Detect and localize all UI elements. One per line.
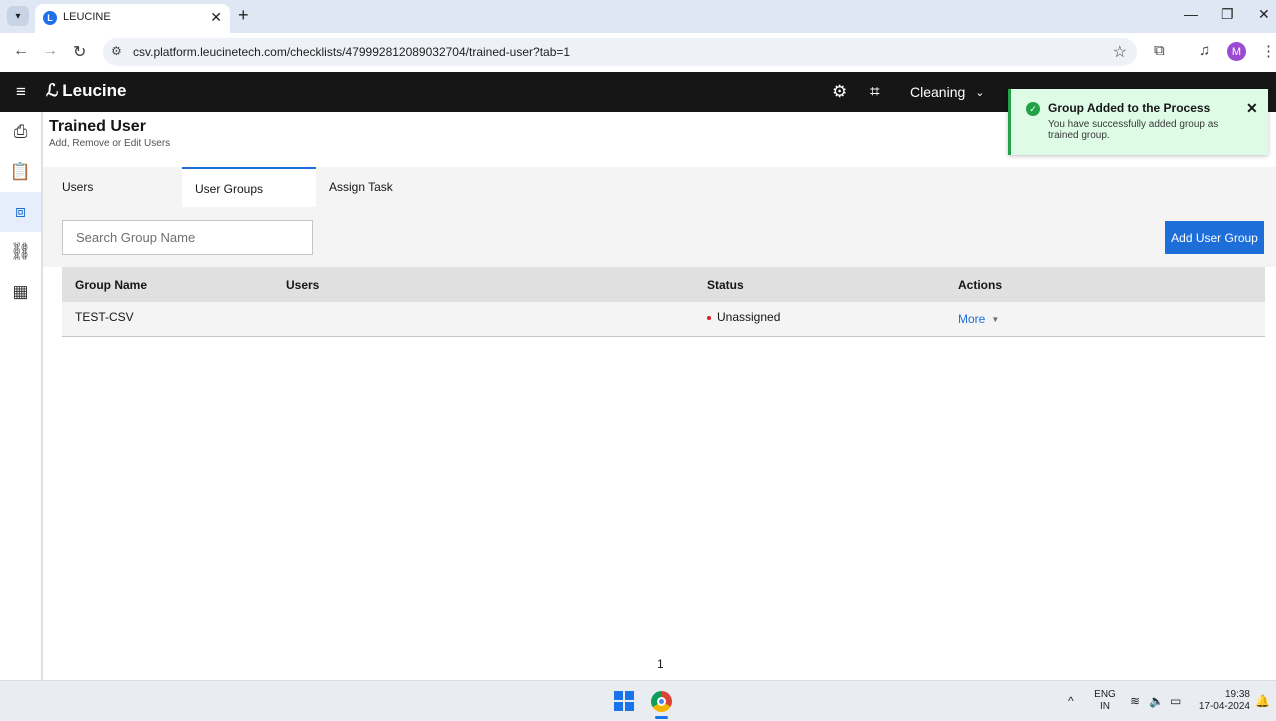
brand-name: Leucine bbox=[62, 81, 127, 100]
group-name-cell: TEST-CSV bbox=[75, 310, 134, 324]
close-tab-icon[interactable]: ✕ bbox=[210, 9, 222, 26]
tray-chevron-up-icon[interactable]: ^ bbox=[1068, 694, 1074, 708]
active-app-indicator bbox=[655, 716, 668, 719]
browser-tab-strip: ▾ L LEUCINE ✕ + — ❐ ✕ bbox=[0, 0, 1276, 33]
page-subtitle: Add, Remove or Edit Users bbox=[49, 138, 171, 149]
add-user-group-button[interactable]: Add User Group bbox=[1165, 221, 1264, 254]
sidebar-nav: ⎙ 📋 ⧈ ⛓ ▦ bbox=[0, 112, 43, 680]
hamburger-menu-icon[interactable]: ≡ bbox=[16, 82, 26, 102]
sidebar-item-checklists[interactable]: 📋 bbox=[0, 152, 41, 192]
search-group-input[interactable] bbox=[62, 220, 313, 255]
reload-icon[interactable]: ↻ bbox=[73, 42, 86, 62]
volume-icon[interactable]: 🔈 bbox=[1149, 694, 1164, 708]
media-control-icon[interactable]: ♫ bbox=[1199, 42, 1210, 59]
language-indicator[interactable]: ENG IN bbox=[1094, 689, 1116, 713]
restore-icon[interactable]: ❐ bbox=[1221, 6, 1234, 23]
profile-avatar[interactable]: M bbox=[1227, 42, 1246, 61]
tab-users[interactable]: Users bbox=[43, 167, 182, 207]
sidebar-item-processes[interactable]: ⧈ bbox=[0, 192, 41, 232]
bookmark-star-icon[interactable]: ☆ bbox=[1113, 42, 1127, 62]
table-toolbar: Add User Group bbox=[43, 207, 1276, 267]
page-title: Trained User bbox=[49, 118, 146, 135]
close-window-icon[interactable]: ✕ bbox=[1258, 6, 1270, 23]
main-content: Trained User Add, Remove or Edit Users U… bbox=[43, 112, 1276, 680]
tab-user-groups[interactable]: User Groups bbox=[182, 167, 316, 207]
sidebar-item-reports[interactable]: ▦ bbox=[0, 272, 41, 312]
battery-icon[interactable]: ▭ bbox=[1170, 694, 1181, 708]
inbox-icon: ⎙ bbox=[13, 122, 28, 141]
os-taskbar: ^ ENG IN ≋ 🔈 ▭ 19:38 17-04-2024 🔔 bbox=[0, 680, 1276, 721]
tab-search-chevron-icon[interactable]: ▾ bbox=[7, 6, 29, 26]
region-code: IN bbox=[1100, 701, 1110, 712]
table-header: Group Name Users Status Actions bbox=[62, 267, 1265, 302]
process-flow-icon: ⧈ bbox=[15, 202, 26, 221]
browser-tab[interactable]: L LEUCINE ✕ bbox=[35, 4, 230, 33]
tab-bar: Users User Groups Assign Task bbox=[43, 167, 1276, 207]
clock-time: 19:38 bbox=[1224, 689, 1250, 700]
tab-assign-task[interactable]: Assign Task bbox=[316, 167, 450, 207]
brand-logo[interactable]: ℒ Leucine bbox=[46, 81, 127, 101]
chevron-down-icon: ⌄ bbox=[975, 86, 985, 99]
language-code: ENG bbox=[1094, 689, 1116, 700]
back-arrow-icon[interactable]: ← bbox=[13, 42, 29, 60]
pagination-current-page[interactable]: 1 bbox=[657, 657, 664, 671]
header-users: Users bbox=[286, 278, 320, 292]
sidebar-item-ontology[interactable]: ⛓ bbox=[0, 232, 41, 272]
hierarchy-icon: ⛓ bbox=[9, 242, 32, 261]
clock[interactable]: 19:38 17-04-2024 bbox=[1192, 689, 1250, 713]
forward-arrow-icon[interactable]: → bbox=[42, 42, 58, 60]
status-cell: Unassigned bbox=[707, 310, 780, 324]
status-text: Unassigned bbox=[717, 310, 781, 324]
facility-name: Cleaning bbox=[910, 84, 966, 100]
address-bar[interactable]: ⚙ csv.platform.leucinetech.com/checklist… bbox=[103, 38, 1137, 66]
minimize-icon[interactable]: — bbox=[1184, 6, 1198, 22]
browser-tab-title: LEUCINE bbox=[63, 11, 111, 23]
table-row: TEST-CSV Unassigned More ▼ bbox=[62, 302, 1265, 337]
notification-bell-icon[interactable]: 🔔 bbox=[1255, 694, 1270, 708]
clock-date: 17-04-2024 bbox=[1198, 701, 1250, 712]
facility-selector[interactable]: Cleaning ⌄ bbox=[910, 84, 984, 100]
toast-title: Group Added to the Process bbox=[1048, 101, 1211, 115]
site-settings-icon[interactable]: ⚙ bbox=[111, 44, 122, 58]
settings-gear-icon[interactable]: ⚙ bbox=[832, 82, 847, 102]
browser-toolbar: ← → ↻ ⚙ csv.platform.leucinetech.com/che… bbox=[0, 33, 1276, 72]
header-actions: Actions bbox=[958, 278, 1003, 292]
close-toast-icon[interactable]: ✕ bbox=[1246, 100, 1258, 117]
leucine-favicon-icon: L bbox=[43, 11, 57, 25]
clipboard-icon: 📋 bbox=[9, 162, 32, 181]
toast-message: You have successfully added group as tra… bbox=[1048, 119, 1219, 141]
leucine-logo-icon: ℒ bbox=[46, 81, 59, 100]
caret-down-icon: ▼ bbox=[991, 314, 1000, 324]
more-actions-dropdown[interactable]: More ▼ bbox=[958, 312, 999, 326]
chrome-taskbar-icon[interactable] bbox=[651, 691, 672, 712]
windows-start-icon[interactable] bbox=[614, 691, 634, 711]
header-group-name: Group Name bbox=[75, 278, 148, 292]
scan-qr-icon[interactable]: ⌗ bbox=[870, 82, 880, 102]
browser-menu-kebab-icon[interactable]: ⋮ bbox=[1261, 42, 1276, 60]
success-toast: ✓ Group Added to the Process You have su… bbox=[1008, 89, 1268, 155]
header-status: Status bbox=[707, 278, 744, 292]
url-text: csv.platform.leucinetech.com/checklists/… bbox=[133, 45, 571, 59]
sidebar-item-inbox[interactable]: ⎙ bbox=[0, 112, 41, 152]
wifi-icon[interactable]: ≋ bbox=[1130, 694, 1140, 708]
user-groups-table: Group Name Users Status Actions TEST-CSV… bbox=[62, 267, 1265, 337]
success-check-icon: ✓ bbox=[1026, 102, 1040, 116]
calculator-icon: ▦ bbox=[12, 282, 29, 301]
status-dot-icon bbox=[707, 315, 711, 320]
extensions-puzzle-icon[interactable]: ⧉ bbox=[1154, 42, 1165, 59]
new-tab-plus-icon[interactable]: + bbox=[238, 5, 249, 26]
more-actions-label: More bbox=[958, 312, 986, 326]
